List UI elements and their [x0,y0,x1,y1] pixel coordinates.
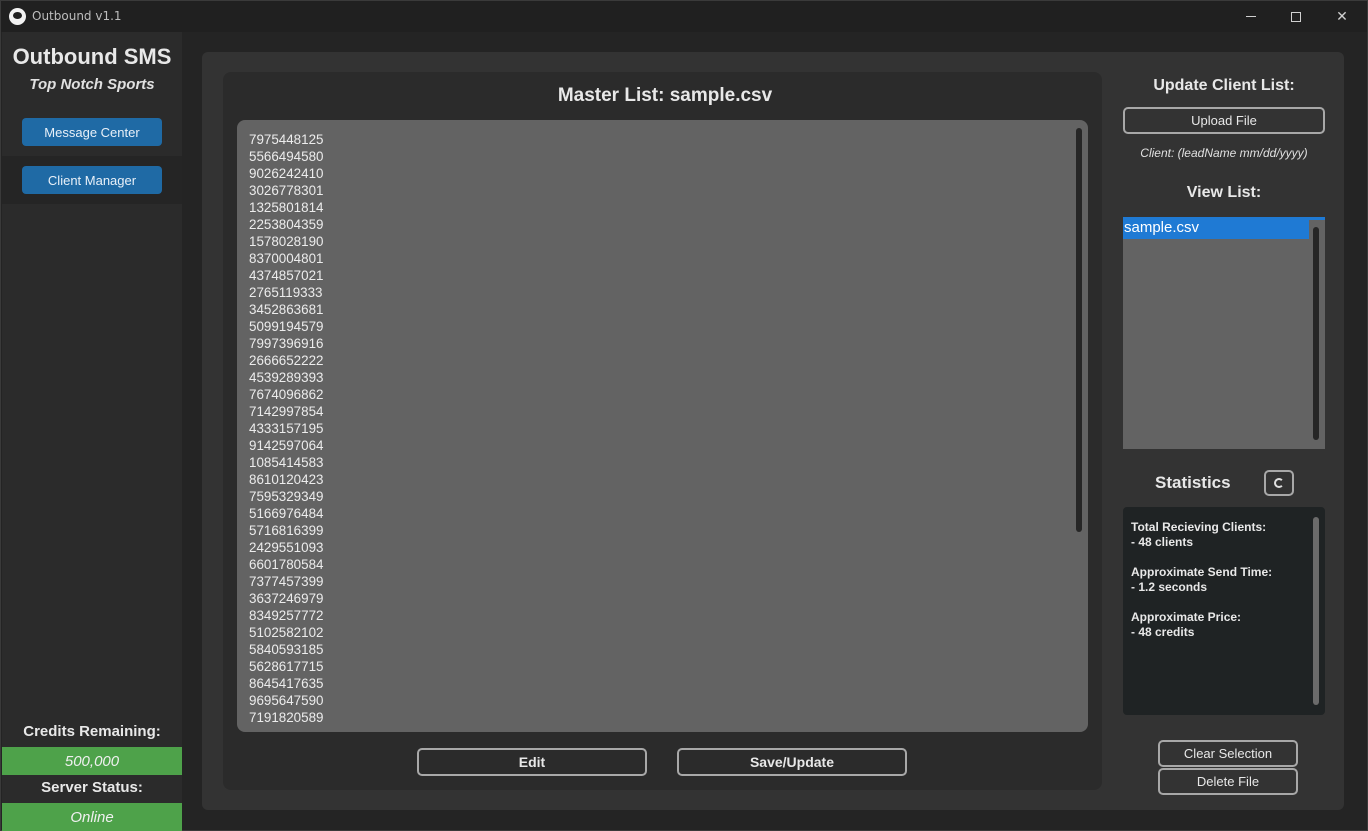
refresh-statistics-button[interactable] [1264,470,1294,496]
app-window: Outbound v1.1 ✕ Outbound SMS Top Notch S… [0,0,1368,831]
message-center-button[interactable]: Message Center [22,118,162,146]
phone-number-line: 7975448125 [249,132,324,147]
minimize-button[interactable] [1228,1,1274,32]
view-list-title: View List: [1186,184,1262,201]
close-button[interactable]: ✕ [1319,1,1365,32]
edit-button[interactable]: Edit [417,748,647,776]
client-manager-button[interactable]: Client Manager [22,166,162,194]
phone-number-line: 8349257772 [249,608,324,623]
app-logo-icon [9,8,26,25]
phone-number-line: 8610120423 [249,472,324,487]
statistics-title: Statistics [1155,473,1231,492]
phone-number-line: 3026778301 [249,183,324,198]
server-status-label: Server Status: [41,779,143,796]
phone-number-line: 8645417635 [249,676,324,691]
phone-number-line: 9695647590 [249,693,324,708]
statistics-scrollbar[interactable] [1313,517,1319,705]
file-list-scrollbar[interactable] [1313,227,1319,440]
file-listbox[interactable]: sample.csv [1123,217,1325,449]
refresh-icon [1274,478,1284,488]
nav-row-message-center: Message Center [2,108,182,156]
phone-number-line: 1578028190 [249,234,324,249]
statistics-box: Total Recieving Clients: - 48 clients Ap… [1123,507,1325,715]
window-title: Outbound v1.1 [32,9,122,23]
brand-title: Outbound SMS [12,44,172,69]
phone-number-line: 5102582102 [249,625,324,640]
phone-number-line: 1325801814 [249,200,324,215]
minimize-icon [1246,16,1256,17]
phone-number-line: 1085414583 [249,455,324,470]
nav-row-client-manager: Client Manager [2,156,182,204]
title-bar: Outbound v1.1 ✕ [1,1,1367,32]
phone-number-line: 6601780584 [249,557,324,572]
phone-number-line: 3637246979 [249,591,324,606]
brand-subtitle: Top Notch Sports [29,76,155,93]
client-format-hint: Client: (leadName mm/dd/yyyy) [1140,146,1308,160]
upload-file-button[interactable]: Upload File [1123,107,1325,134]
master-list-scrollbar[interactable] [1076,128,1082,532]
phone-number-line: 5840593185 [249,642,324,657]
stat-price-value: - 48 credits [1131,625,1195,639]
phone-number-line: 7595329349 [249,489,324,504]
phone-number-line: 7142997854 [249,404,324,419]
phone-number-line: 7674096862 [249,387,324,402]
master-list-title: Master List: sample.csv [557,85,773,106]
phone-number-line: 3452863681 [249,302,324,317]
stat-total-clients-value: - 48 clients [1131,535,1194,549]
phone-number-line: 7191820589 [249,710,324,725]
stat-send-time-label: Approximate Send Time: [1131,565,1273,579]
file-list-item[interactable]: sample.csv [1123,217,1309,239]
phone-number-line: 7997396916 [249,336,324,351]
master-list-textbox[interactable]: 7975448125 5566494580 9026242410 3026778301… [237,120,1088,732]
update-client-list-title: Update Client List: [1153,77,1295,94]
stat-total-clients-label: Total Recieving Clients: [1131,520,1267,534]
stat-send-time-value: - 1.2 seconds [1131,580,1208,594]
credits-label: Credits Remaining: [23,723,161,740]
phone-number-line: 5099194579 [249,319,324,334]
phone-number-line: 4333157195 [249,421,324,436]
phone-number-line: 2765119333 [249,285,323,300]
server-status-value: Online [2,803,182,831]
close-icon: ✕ [1336,8,1348,25]
phone-number-line: 7377457399 [249,574,324,589]
phone-number-line: 9142597064 [249,438,324,453]
phone-number-line: 5716816399 [249,523,324,538]
phone-number-line: 4374857021 [249,268,324,283]
phone-number-line: 2666652222 [249,353,324,368]
credits-value: 500,000 [2,747,182,775]
phone-number-line: 5566494580 [249,149,324,164]
phone-number-list: 7975448125 5566494580 9026242410 3026778301… [249,131,323,726]
phone-number-line: 5166976484 [249,506,324,521]
phone-number-line: 4539289393 [249,370,324,385]
delete-file-button[interactable]: Delete File [1158,768,1298,795]
phone-number-line: 9026242410 [249,166,324,181]
clear-selection-button[interactable]: Clear Selection [1158,740,1298,767]
maximize-button[interactable] [1273,1,1319,32]
phone-number-line: 8370004801 [249,251,324,266]
phone-number-line: 5628617715 [249,659,324,674]
stat-price-label: Approximate Price: [1131,610,1242,624]
maximize-icon [1291,11,1301,22]
phone-number-line: 2253804359 [249,217,324,232]
sidebar: Outbound SMS Top Notch Sports Message Ce… [2,32,182,831]
save-update-button[interactable]: Save/Update [677,748,907,776]
phone-number-line: 2429551093 [249,540,324,555]
